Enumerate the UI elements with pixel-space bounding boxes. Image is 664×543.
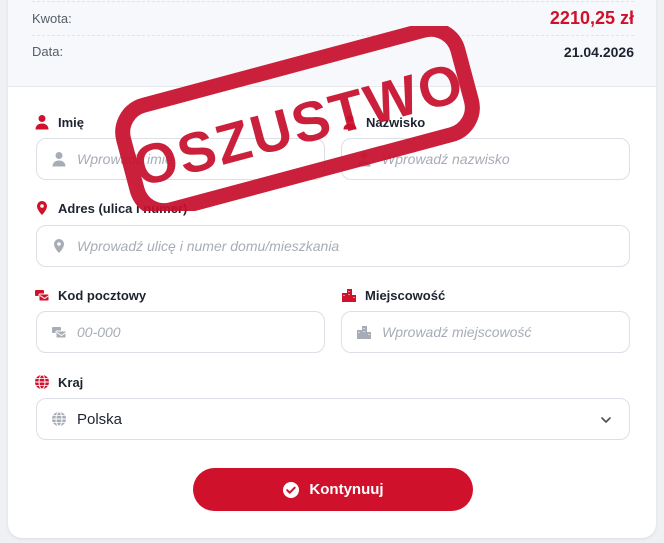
mail-bulk-icon	[34, 287, 50, 303]
amount-label: Kwota:	[32, 11, 72, 26]
payment-summary: Kwota: 2210,25 zł Data: 21.04.2026	[8, 0, 656, 87]
check-circle-icon	[282, 481, 300, 499]
map-pin-icon	[34, 200, 50, 216]
address-label: Adres (ulica i numer)	[34, 200, 187, 216]
amount-row: Kwota: 2210,25 zł	[32, 1, 634, 36]
postal-code-input[interactable]: 00-000	[36, 311, 325, 353]
city-placeholder: Wprowadź miejscowość	[382, 324, 532, 340]
postal-code-placeholder: 00-000	[77, 324, 121, 340]
country-select[interactable]: Polska	[36, 398, 630, 440]
map-pin-icon	[51, 238, 67, 254]
country-label: Kraj	[34, 374, 83, 390]
postal-code-label: Kod pocztowy	[34, 287, 146, 303]
globe-icon	[34, 374, 50, 390]
last-name-placeholder: Wprowadź nazwisko	[382, 151, 510, 167]
chevron-down-icon	[599, 413, 613, 427]
date-value: 21.04.2026	[563, 43, 634, 60]
city-input[interactable]: Wprowadź miejscowość	[341, 311, 630, 353]
first-name-label: Imię	[34, 114, 84, 130]
user-icon	[34, 114, 50, 130]
last-name-input[interactable]: Wprowadź nazwisko	[341, 138, 630, 180]
country-value: Polska	[77, 410, 123, 428]
date-row: Data: 21.04.2026	[32, 35, 634, 68]
mail-bulk-icon	[51, 324, 67, 340]
city-icon	[341, 287, 357, 303]
globe-icon	[51, 411, 67, 427]
address-input[interactable]: Wprowadź ulicę i numer domu/mieszkania	[36, 225, 630, 267]
date-label: Data:	[32, 44, 64, 59]
amount-value: 2210,25 zł	[549, 8, 634, 28]
continue-button[interactable]: Kontynuuj	[193, 468, 473, 511]
city-label: Miejscowość	[341, 287, 445, 303]
user-icon	[51, 151, 67, 167]
first-name-placeholder: Wprowadź imię	[77, 151, 173, 167]
payment-form-card: Kwota: 2210,25 zł Data: 21.04.2026 Imię …	[8, 0, 656, 538]
city-icon	[356, 324, 372, 340]
continue-button-label: Kontynuuj	[309, 481, 384, 498]
last-name-label: Nazwisko	[342, 114, 425, 130]
user-icon	[356, 151, 372, 167]
address-placeholder: Wprowadź ulicę i numer domu/mieszkania	[77, 238, 340, 254]
first-name-input[interactable]: Wprowadź imię	[36, 138, 325, 180]
user-icon	[342, 114, 358, 130]
